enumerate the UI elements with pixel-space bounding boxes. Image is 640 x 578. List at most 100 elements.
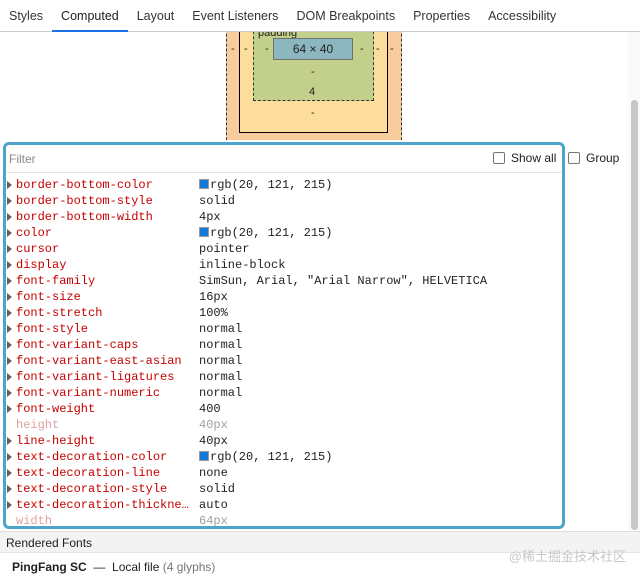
color-swatch-icon[interactable] [199, 179, 209, 189]
property-row[interactable]: width 64px [6, 513, 562, 526]
expand-triangle-icon[interactable] [7, 309, 12, 317]
expand-triangle-icon[interactable] [7, 229, 12, 237]
property-row[interactable]: cursor pointer [6, 241, 562, 257]
margin-left-value[interactable]: - [231, 43, 235, 55]
property-name: cursor [16, 242, 60, 256]
property-value-text: 100% [199, 306, 228, 320]
expand-triangle-icon[interactable] [7, 293, 12, 301]
expand-triangle-icon[interactable] [7, 469, 12, 477]
tab-dom-breakpoints[interactable]: DOM Breakpoints [287, 0, 404, 31]
property-row[interactable]: font-family SimSun, Arial, "Arial Narrow"… [6, 273, 562, 289]
expand-triangle-icon[interactable] [7, 405, 12, 413]
property-row[interactable]: text-decoration-line none [6, 465, 562, 481]
property-value: solid [199, 193, 235, 209]
expand-triangle-icon[interactable] [7, 501, 12, 509]
property-row[interactable]: color rgb(20, 121, 215) [6, 225, 562, 241]
box-model-diagram: padding 64 × 40 - - - - - - - 4 - [0, 32, 628, 140]
scrollbar-thumb[interactable] [631, 100, 638, 530]
tab-event-listeners[interactable]: Event Listeners [183, 0, 287, 31]
property-row[interactable]: font-variant-ligatures normal [6, 369, 562, 385]
property-value-text: normal [199, 338, 243, 352]
border-right-value[interactable]: - [376, 43, 380, 55]
property-value-text: normal [199, 354, 243, 368]
property-row[interactable]: font-weight 400 [6, 401, 562, 417]
expand-triangle-icon[interactable] [7, 485, 12, 493]
computed-properties-panel: Show all border-bottom-color rgb(20, 121,… [3, 142, 565, 529]
margin-bottom-value[interactable]: - [311, 107, 315, 119]
property-value-text: normal [199, 386, 243, 400]
expand-triangle-icon[interactable] [7, 261, 12, 269]
property-row[interactable]: height 40px [6, 417, 562, 433]
color-swatch-icon[interactable] [199, 451, 209, 461]
border-bottom-value[interactable]: 4 [309, 86, 315, 98]
expand-triangle-icon[interactable] [7, 341, 12, 349]
property-row[interactable]: border-bottom-width 4px [6, 209, 562, 225]
property-value-text: inline-block [199, 258, 286, 272]
watermark: @稀土掘金技术社区 [508, 549, 626, 564]
rendered-fonts-title: Rendered Fonts [6, 536, 93, 550]
property-value-text: rgb(20, 121, 215) [210, 226, 333, 240]
tab-styles[interactable]: Styles [0, 0, 52, 31]
tab-layout[interactable]: Layout [128, 0, 184, 31]
property-row[interactable]: font-variant-numeric normal [6, 385, 562, 401]
show-all-checkbox[interactable] [493, 152, 505, 164]
property-row[interactable]: font-style normal [6, 321, 562, 337]
expand-triangle-icon[interactable] [7, 197, 12, 205]
filter-input[interactable] [9, 150, 389, 168]
property-row[interactable]: text-decoration-thickne… auto [6, 497, 562, 513]
property-name: font-variant-caps [16, 338, 139, 352]
expand-triangle-icon[interactable] [7, 373, 12, 381]
property-row[interactable]: text-decoration-color rgb(20, 121, 215) [6, 449, 562, 465]
expand-triangle-icon[interactable] [7, 325, 12, 333]
group-label: Group [586, 151, 620, 165]
expand-triangle-icon[interactable] [7, 389, 12, 397]
property-value-text: rgb(20, 121, 215) [210, 178, 333, 192]
padding-left-value[interactable]: - [265, 43, 269, 55]
font-source: Local file [112, 560, 160, 574]
property-row[interactable]: font-variant-caps normal [6, 337, 562, 353]
tab-computed[interactable]: Computed [52, 0, 128, 32]
expand-triangle-icon[interactable] [7, 437, 12, 445]
property-value: normal [199, 353, 242, 369]
padding-bottom-value[interactable]: - [311, 66, 315, 78]
property-row[interactable]: border-bottom-style solid [6, 193, 562, 209]
property-value: rgb(20, 121, 215) [199, 449, 332, 465]
property-name: font-stretch [16, 306, 103, 320]
expand-triangle-icon[interactable] [7, 357, 12, 365]
expand-triangle-icon[interactable] [7, 245, 12, 253]
expand-triangle-icon[interactable] [7, 277, 12, 285]
tab-accessibility[interactable]: Accessibility [479, 0, 565, 31]
property-row[interactable]: text-decoration-style solid [6, 481, 562, 497]
property-name: text-decoration-line [16, 466, 161, 480]
property-value: none [199, 465, 228, 481]
property-value-text: auto [199, 498, 228, 512]
property-row[interactable]: border-bottom-color rgb(20, 121, 215) [6, 177, 562, 193]
property-row[interactable]: display inline-block [6, 257, 562, 273]
property-row[interactable]: font-size 16px [6, 289, 562, 305]
property-name: color [16, 226, 53, 240]
margin-right-value[interactable]: - [390, 43, 394, 55]
expand-triangle-icon[interactable] [7, 453, 12, 461]
property-value: normal [199, 337, 242, 353]
property-name: text-decoration-style [16, 482, 168, 496]
tab-properties[interactable]: Properties [404, 0, 479, 31]
padding-right-value[interactable]: - [360, 43, 364, 55]
property-row[interactable]: line-height 40px [6, 433, 562, 449]
property-name: font-variant-numeric [16, 386, 161, 400]
border-left-value[interactable]: - [244, 43, 248, 55]
property-value-text: solid [199, 482, 236, 496]
property-row[interactable]: font-variant-east-asian normal [6, 353, 562, 369]
property-value-text: 4px [199, 210, 221, 224]
property-name: text-decoration-thickne… [16, 498, 189, 512]
expand-triangle-icon[interactable] [7, 181, 12, 189]
property-row[interactable]: font-stretch 100% [6, 305, 562, 321]
box-model-content[interactable]: 64 × 40 [273, 38, 353, 60]
expand-triangle-icon[interactable] [7, 213, 12, 221]
color-swatch-icon[interactable] [199, 227, 209, 237]
property-value: normal [199, 369, 242, 385]
property-value: 64px [199, 513, 228, 526]
property-value: 40px [199, 417, 228, 433]
group-checkbox[interactable] [568, 152, 580, 164]
property-name: height [16, 418, 60, 432]
property-value: 400 [199, 401, 221, 417]
